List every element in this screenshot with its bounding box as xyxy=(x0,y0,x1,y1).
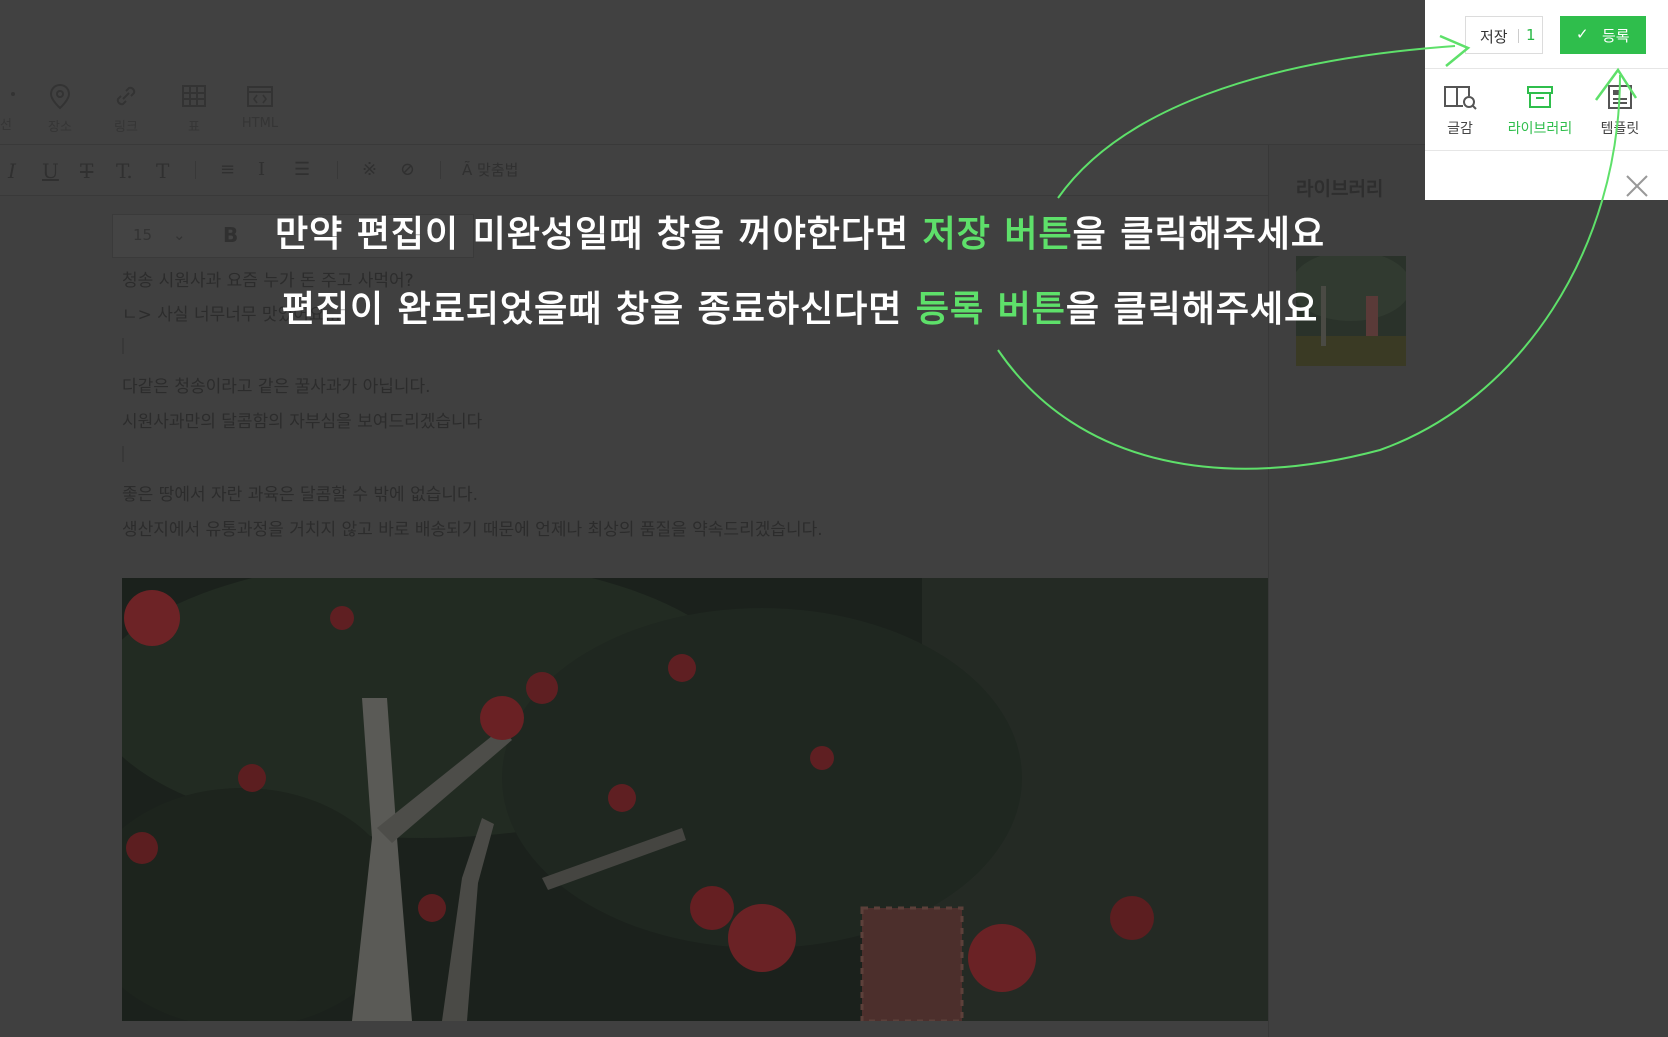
orchard-illustration xyxy=(122,578,1268,1021)
paragraph[interactable]: 시원사과만의 달콤함의 자부심을 보여드리겠습니다 xyxy=(122,407,482,432)
instruction-line-2: 편집이 완료되었을때 창을 종료하신다면 등록 버튼을 클릭해주세요 xyxy=(281,289,1319,330)
link-icon xyxy=(116,86,136,106)
special-char-button[interactable]: ※ xyxy=(362,159,377,180)
empty-line-caret xyxy=(122,446,124,462)
tab-library[interactable]: 라이브러리 xyxy=(1505,82,1575,138)
text-background-button[interactable]: T xyxy=(156,159,169,183)
line-height-button[interactable]: Ⅰ xyxy=(258,159,265,180)
paragraph[interactable]: 좋은 땅에서 자란 과육은 달콤할 수 밖에 없습니다. xyxy=(122,480,478,505)
table-tool-button[interactable]: 표 xyxy=(166,82,222,135)
tab-materials[interactable]: 글감 xyxy=(1425,82,1495,138)
action-panel: 저장 1 ✓ 등록 글감 라이브러리 템플릿 xyxy=(1425,0,1668,200)
library-title: 라이브러리 xyxy=(1296,178,1384,200)
panel-divider xyxy=(1425,150,1668,151)
toolbar-divider xyxy=(440,161,441,179)
text-color-button[interactable]: T. xyxy=(116,159,133,183)
instruction-line-1: 만약 편집이 미완성일때 창을 꺼야한다면 저장 버튼을 클릭해주세요 xyxy=(274,214,1326,255)
apple-orchard-photo[interactable] xyxy=(122,578,1268,1021)
save-highlight: 저장 버튼 xyxy=(922,214,1073,255)
format-toolbar: I U T T. T ≡ Ⅰ ☰ ※ ⊘ Ã 맞춤법 xyxy=(0,145,1268,196)
toolbar-divider xyxy=(195,161,196,179)
check-icon: ✓ xyxy=(1576,25,1589,43)
format-link-button[interactable]: ⊘ xyxy=(400,159,415,180)
place-tool-button[interactable]: 장소 xyxy=(32,82,88,135)
template-icon xyxy=(1608,85,1632,109)
book-search-icon xyxy=(1444,86,1477,110)
tab-template[interactable]: 템플릿 xyxy=(1585,82,1655,138)
html-tool-button[interactable]: HTML xyxy=(232,82,288,131)
archive-box-icon xyxy=(1527,86,1553,108)
save-button[interactable]: 저장 1 xyxy=(1465,16,1543,54)
spellcheck-button[interactable]: Ã 맞춤법 xyxy=(462,159,518,180)
align-button[interactable]: ≡ xyxy=(220,159,235,180)
strikethrough-button[interactable]: T xyxy=(80,159,93,183)
html-icon xyxy=(247,86,273,107)
editor-top-bar xyxy=(0,0,1668,69)
line-icon xyxy=(11,92,15,96)
spellcheck-icon: Ã xyxy=(462,161,478,179)
line-tool-button[interactable]: 선 xyxy=(0,82,34,133)
underline-button[interactable]: U xyxy=(42,159,59,183)
save-count-badge: 1 xyxy=(1526,26,1536,44)
register-button[interactable]: ✓ 등록 xyxy=(1560,16,1646,54)
sidebar-divider xyxy=(1268,145,1269,1037)
insert-toolbar: 선 장소 링크 표 HTML xyxy=(0,68,1425,145)
italic-button[interactable]: I xyxy=(8,159,16,183)
link-tool-button[interactable]: 링크 xyxy=(98,82,154,135)
empty-line-caret xyxy=(122,338,124,354)
close-icon[interactable] xyxy=(1623,172,1651,200)
save-divider xyxy=(1518,29,1519,43)
table-icon xyxy=(182,85,206,107)
paragraph[interactable]: 다같은 청송이라고 같은 꿀사과가 아닙니다. xyxy=(122,372,431,397)
register-highlight: 등록 버튼 xyxy=(915,289,1066,330)
list-button[interactable]: ☰ xyxy=(294,159,310,180)
paragraph[interactable]: 생산지에서 유통과정을 거치지 않고 바로 배송되기 때문에 언제나 최상의 품… xyxy=(122,515,823,540)
map-pin-icon xyxy=(49,83,71,110)
toolbar-divider xyxy=(337,161,338,179)
panel-divider xyxy=(1425,68,1668,69)
